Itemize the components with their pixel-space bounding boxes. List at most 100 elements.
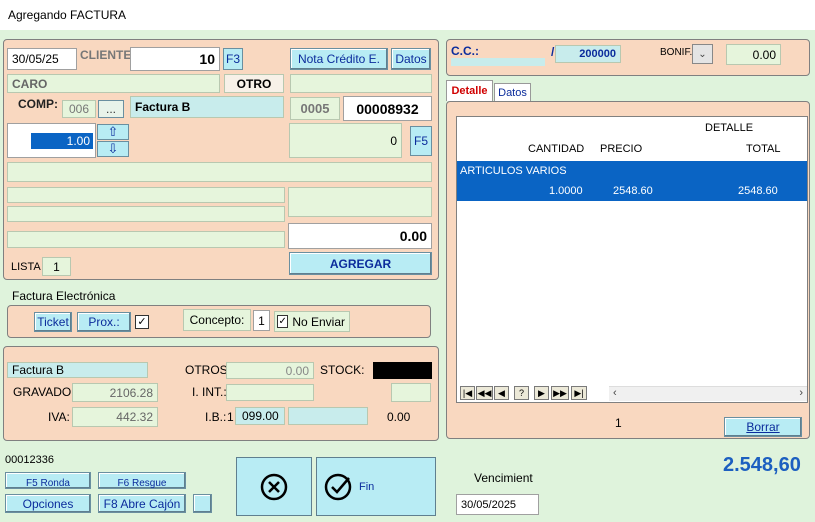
gravado-label: GRAVADO: [13,385,75,399]
ib-field: 099.00 [235,407,285,425]
cell-cantidad: 1.0000 [549,185,583,197]
nav-prior-button[interactable]: ◀ [494,386,509,400]
concepto-label: Concepto: [183,309,251,331]
client-extra-field[interactable] [290,74,432,93]
scroll-left-icon: ‹ [613,387,617,399]
arrow-down-icon: ⇩ [107,141,119,156]
cc-field [451,58,545,66]
horizontal-scrollbar[interactable]: ‹ › [609,386,807,401]
cc-label: C.C.: [451,44,479,58]
otros-label: OTROS: [185,363,232,377]
iint-field[interactable] [226,384,314,401]
extra-field-1[interactable] [7,187,285,203]
totals-extra-field [391,383,431,402]
nota-credito-button[interactable]: Nota Crédito E. [290,48,388,70]
comp-type-field: Factura B [130,96,284,118]
otro-field: OTRO [224,74,284,93]
nav-search-button[interactable]: ? [514,386,529,400]
comp-select-button[interactable]: ... [98,100,124,118]
ib-label: I.B.: [205,410,227,424]
concepto-field[interactable]: 1 [253,310,270,331]
lista-field[interactable]: 1 [42,257,71,276]
cliente-label: CLIENTE: [80,48,136,62]
extra-field-2[interactable] [7,206,285,222]
nav-first-button[interactable]: |◀ [460,386,475,400]
extra-button[interactable] [193,494,212,513]
check-icon: ✓ [277,315,289,328]
bonif-dropdown[interactable]: ⌄ [692,44,713,64]
line-total-field: 0.00 [288,223,432,249]
agregar-button[interactable]: AGREGAR [289,252,432,275]
fin-label: Fin [359,480,375,493]
close-circle-icon [260,473,288,500]
extra-field-4[interactable] [7,231,285,248]
f3-button[interactable]: F3 [223,48,243,70]
opciones-button[interactable]: Opciones [5,494,91,513]
f5-ronda-button[interactable]: F5 Ronda [5,472,91,489]
totals-type-field: Factura B [7,362,148,378]
spin-up-button[interactable]: ⇧ [97,124,129,140]
scroll-right-icon: › [799,387,803,399]
iint-label: I. INT.: [192,385,227,399]
stock-display [373,362,432,379]
prox-button[interactable]: Prox.: [77,312,131,332]
f5-button[interactable]: F5 [410,126,432,156]
check-circle-icon [324,473,352,500]
cancel-button[interactable] [236,457,312,516]
arrow-up-icon: ⇧ [107,124,119,139]
spin-down-button[interactable]: ⇩ [97,141,129,157]
vencimiento-label: Vencimient [474,471,533,485]
nav-next-button[interactable]: ▶ [534,386,549,400]
bottom-code: 00012336 [5,454,54,466]
f6-resgue-button[interactable]: F6 Resgue [98,472,186,489]
tab-detalle[interactable]: Detalle [446,80,493,101]
ticket-button[interactable]: Ticket [34,312,72,332]
client-name-field[interactable]: CARO [7,74,220,93]
comp-label: COMP: [18,97,58,111]
iva-label: IVA: [48,410,70,424]
cliente-field[interactable]: 10 [130,47,220,71]
otros-field[interactable]: 0.00 [226,362,314,379]
nav-next-page-button[interactable]: ▶▶ [551,386,569,400]
cell-total: 2548.60 [738,185,778,197]
ib-extra-value: 0.00 [387,410,411,424]
row-count: 1 [615,416,622,430]
f5-value-field[interactable]: 0 [289,123,402,158]
gravado-field: 2106.28 [72,383,158,402]
cantidad-value: 1.00 [31,133,93,149]
col-header-cantidad: CANTIDAD [528,143,585,155]
datos-button[interactable]: Datos [391,48,431,70]
tab-datos[interactable]: Datos [494,83,531,101]
prox-checkbox[interactable]: ✓ [135,315,149,329]
bonif-field[interactable]: 0.00 [726,44,781,65]
extra-field-3[interactable] [288,187,432,217]
description-field[interactable] [7,162,432,182]
cc-value-field: 200000 [555,45,621,63]
numero-field[interactable]: 00008932 [343,96,432,121]
col-header-total: TOTAL [746,143,781,155]
window-title: Agregando FACTURA [8,8,127,22]
borrar-button[interactable]: Borrar [724,417,802,437]
stock-label: STOCK: [320,363,365,377]
comp-code-field[interactable]: 006 [62,100,96,118]
punto-venta-field[interactable]: 0005 [290,97,340,120]
fin-button[interactable]: Fin [316,457,436,516]
vencimiento-field[interactable]: 30/05/2025 [456,494,539,515]
lista-label: LISTA [11,261,41,273]
date-field[interactable]: 30/05/25 [7,48,77,70]
bonif-label: BONIF.: [660,47,696,58]
detalle-grid[interactable] [456,116,808,403]
cc-slash: / [551,45,555,59]
chevron-down-icon: ⌄ [698,48,707,60]
fe-title: Factura Electrónica [12,289,116,303]
cell-precio: 2548.60 [613,185,653,197]
nav-prior-page-button[interactable]: ◀◀ [476,386,493,400]
ib-code: 1 [227,410,234,424]
title-bar: Agregando FACTURA [0,0,815,30]
grand-total: 2.548,60 [723,454,801,476]
no-enviar-checkbox[interactable]: ✓ No Enviar [274,311,350,332]
nav-last-button[interactable]: ▶| [571,386,587,400]
f8-abre-cajon-button[interactable]: F8 Abre Cajón [98,494,186,513]
col-header-precio: PRECIO [600,143,643,155]
cantidad-field[interactable]: 1.00 [7,123,96,158]
